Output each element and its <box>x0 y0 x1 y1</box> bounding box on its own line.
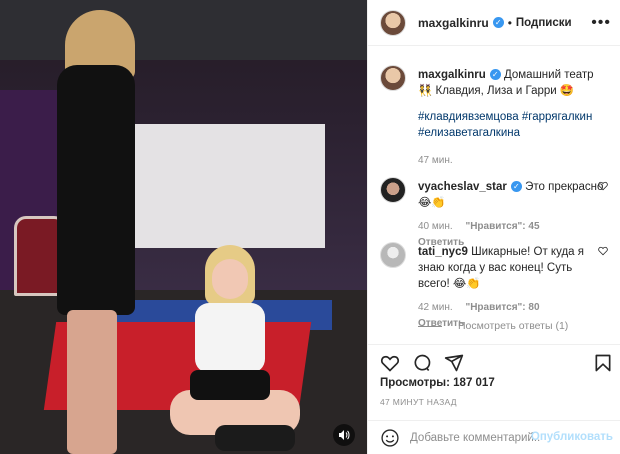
post-timestamp: 47 МИНУТ НАЗАД <box>380 397 457 407</box>
comment-likes[interactable]: "Нравится": 80 <box>465 302 539 313</box>
heart-icon[interactable] <box>598 246 608 256</box>
comment-input[interactable] <box>410 431 540 444</box>
avatar[interactable] <box>380 9 406 36</box>
bookmark-icon[interactable] <box>593 353 613 373</box>
media-sitting-girl <box>150 245 300 454</box>
comment-time: 40 мин. <box>418 221 453 232</box>
speaker-icon[interactable] <box>333 424 355 446</box>
post-side-panel: maxgalkinru ✓ • Подписки ••• maxgalkinru… <box>367 0 620 454</box>
following-button[interactable]: Подписки <box>516 17 572 29</box>
more-options-icon[interactable]: ••• <box>591 14 611 32</box>
emoji-icon[interactable] <box>380 428 400 448</box>
post-header: maxgalkinru ✓ • Подписки ••• <box>368 0 620 46</box>
avatar[interactable] <box>380 242 406 268</box>
heart-icon[interactable] <box>598 181 608 191</box>
avatar[interactable] <box>380 177 406 203</box>
comment-username[interactable]: tati_nyc9 <box>418 246 468 258</box>
heart-icon[interactable] <box>380 353 400 373</box>
view-replies-button[interactable]: Посмотреть ответы (1) <box>418 320 568 332</box>
separator-dot: • <box>507 15 512 30</box>
view-replies-label: Посмотреть ответы (1) <box>458 320 569 332</box>
caption-time: 47 мин. <box>418 155 453 166</box>
replies-divider <box>418 325 442 327</box>
caption-hashtags[interactable]: #клавдиявземцова #гаррягалкин #елизавета… <box>418 109 604 141</box>
avatar[interactable] <box>380 65 406 91</box>
add-comment-bar: Опубликовать <box>368 420 620 454</box>
post-actions <box>368 344 620 378</box>
post-media[interactable] <box>0 0 367 454</box>
verified-badge-icon: ✓ <box>489 69 501 81</box>
comment-likes[interactable]: "Нравится": 45 <box>465 221 539 232</box>
media-standing-girl <box>55 10 145 454</box>
comment-time: 42 мин. <box>418 302 453 313</box>
share-icon[interactable] <box>444 353 464 373</box>
publish-button[interactable]: Опубликовать <box>531 431 613 443</box>
media-projection-screen <box>133 124 325 248</box>
verified-badge-icon: ✓ <box>510 181 522 193</box>
comment-icon[interactable] <box>412 353 432 373</box>
views-count[interactable]: Просмотры: 187 017 <box>380 377 495 389</box>
caption-username[interactable]: maxgalkinru <box>418 69 486 81</box>
verified-badge-icon: ✓ <box>492 17 504 28</box>
header-username[interactable]: maxgalkinru <box>418 16 489 30</box>
comments-list: maxgalkinru ✓ Домашний театр 👯 Клавдия, Л… <box>368 47 620 343</box>
comment-username[interactable]: vyacheslav_star <box>418 181 507 193</box>
